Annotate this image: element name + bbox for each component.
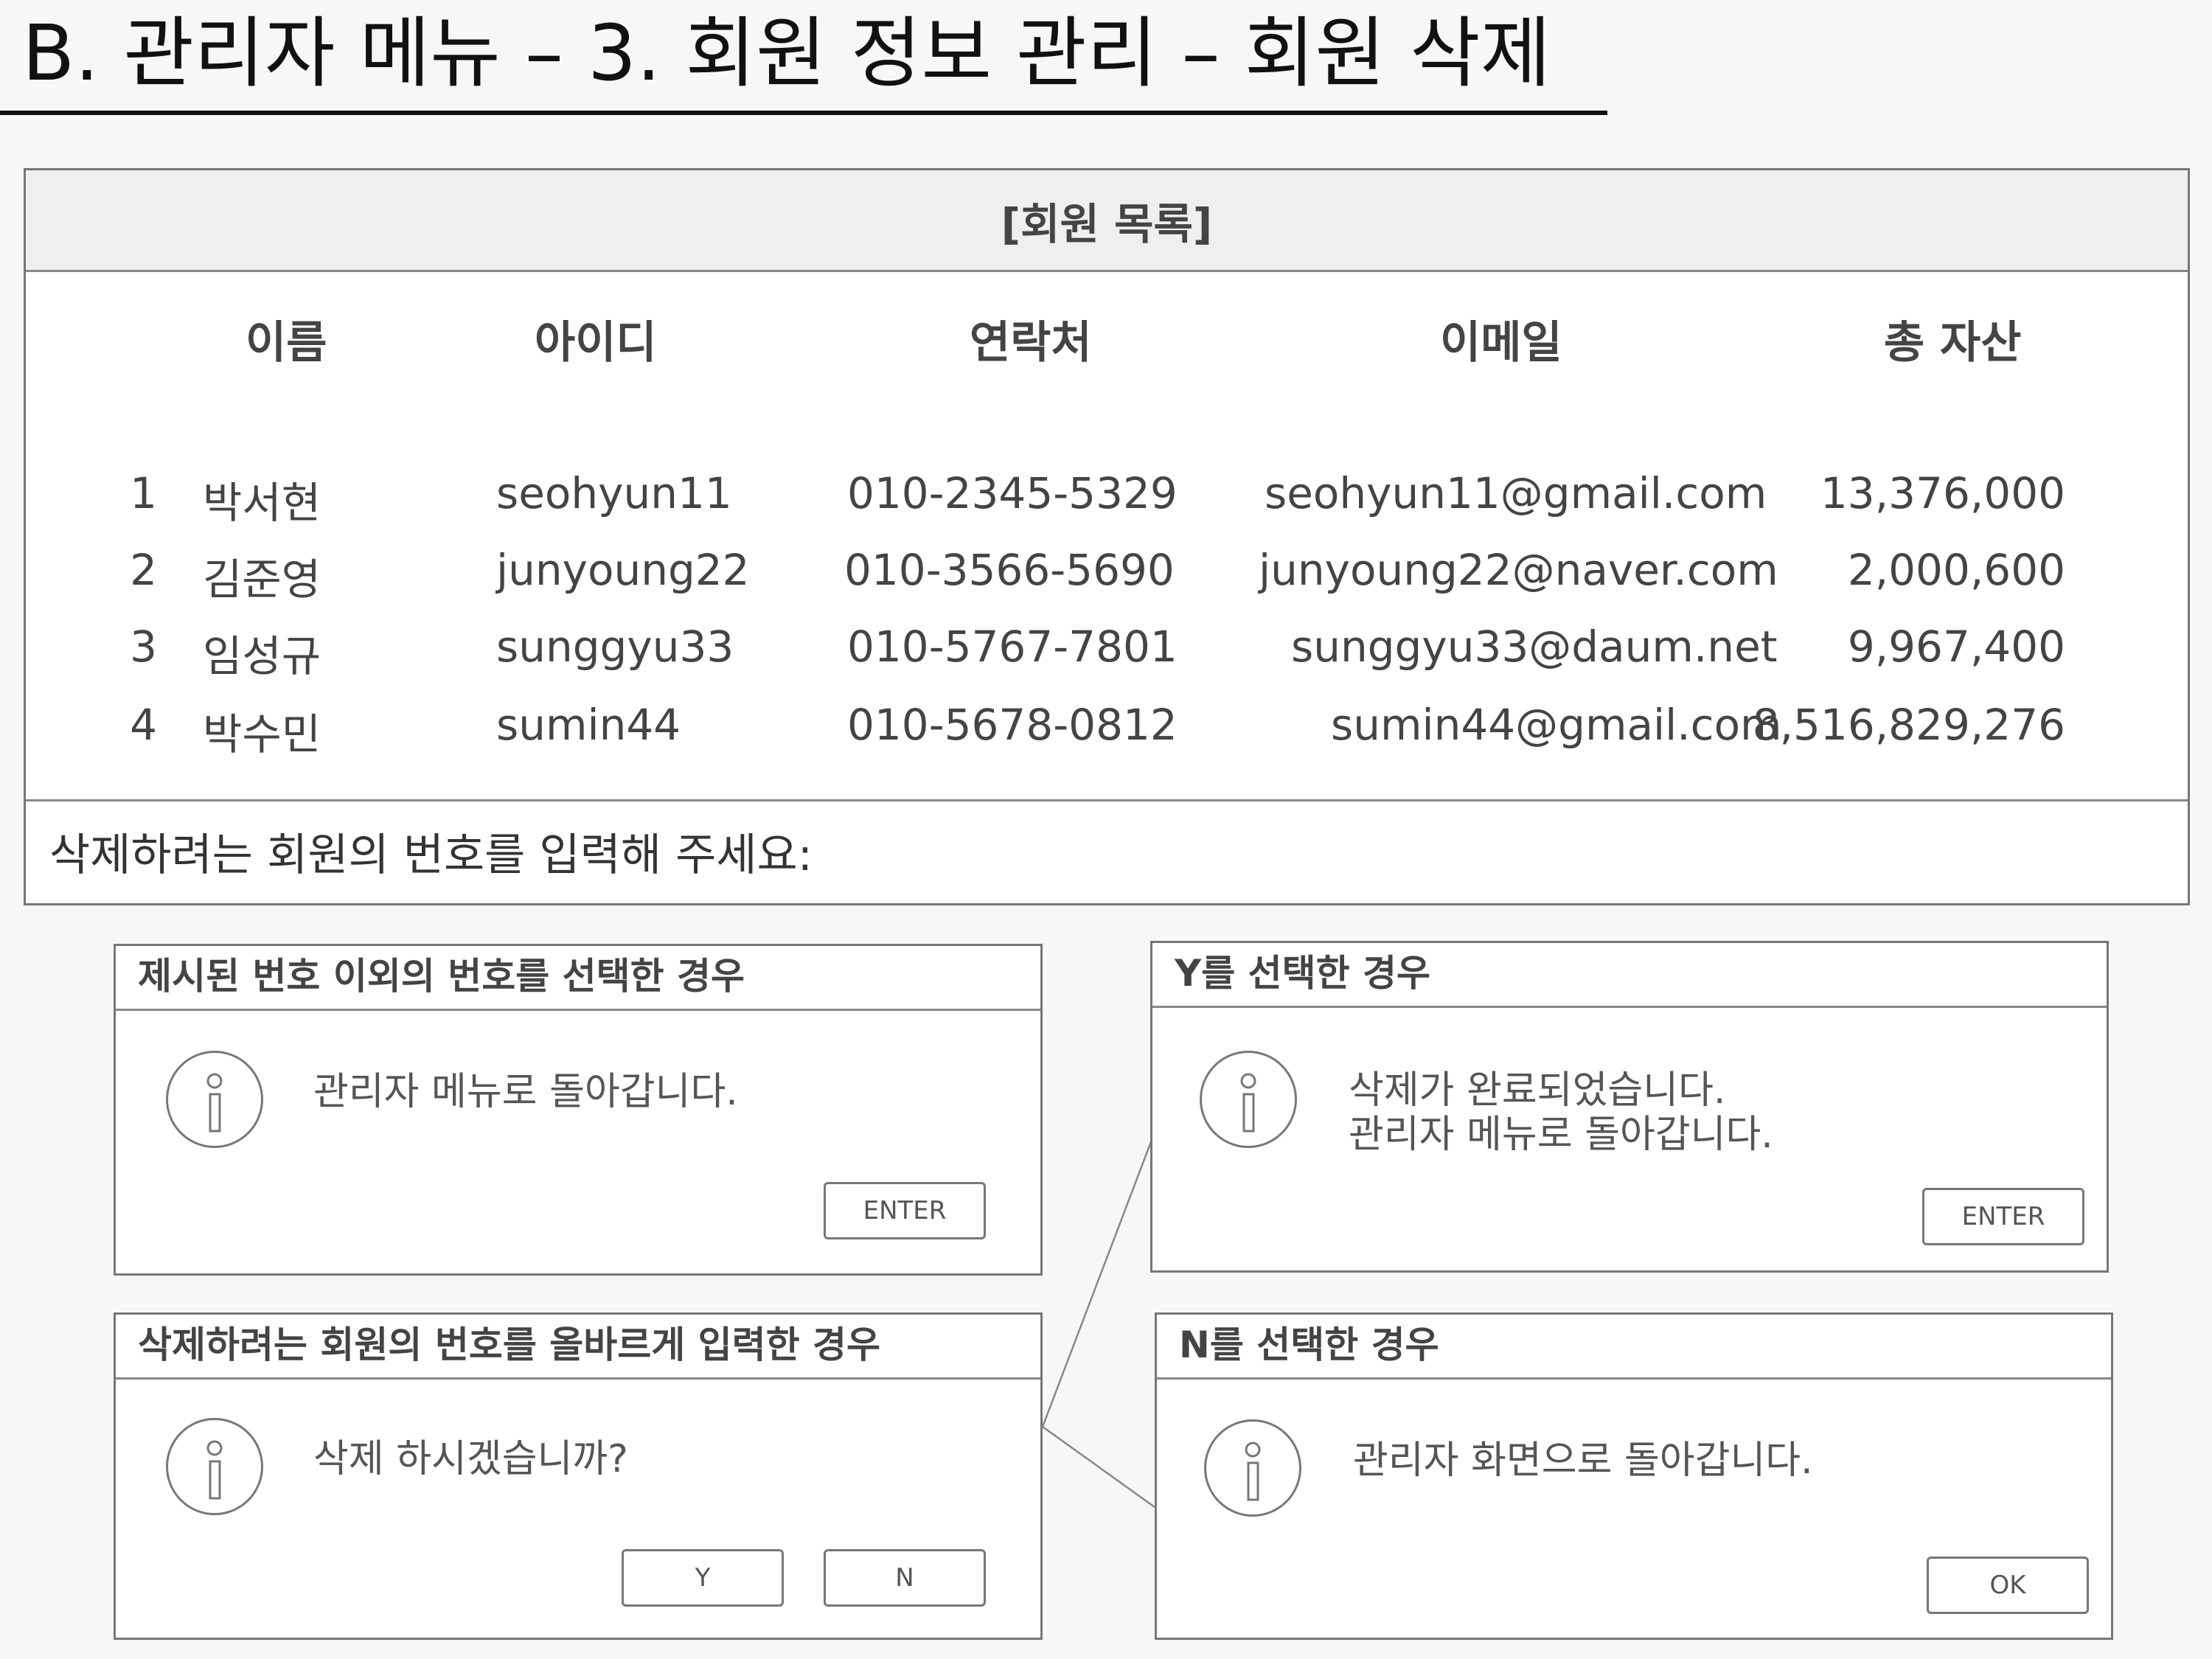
dialog-message-line2: 관리자 메뉴로 돌아갑니다. [1349, 1113, 1773, 1157]
dialog-message-line1: 삭제가 완료되었습니다. [1349, 1068, 1726, 1113]
info-icon [1200, 1051, 1297, 1148]
dialog-valid-number: 삭제하려는 회원의 번호를 올바르게 입력한 경우 삭제 하시겠습니까? Y N [114, 1312, 1043, 1640]
info-icon [1204, 1419, 1301, 1517]
info-icon [166, 1051, 263, 1148]
dialog-title: Y를 선택한 경우 [1152, 943, 2107, 1008]
dialog-invalid-number: 제시된 번호 이외의 번호를 선택한 경우 관리자 메뉴로 돌아갑니다. ENT… [114, 944, 1043, 1276]
yes-button[interactable]: Y [622, 1549, 784, 1607]
enter-button[interactable]: ENTER [1922, 1188, 2084, 1245]
dialog-select-n: N를 선택한 경우 관리자 화면으로 돌아갑니다. OK [1155, 1312, 2113, 1640]
dialog-select-y: Y를 선택한 경우 삭제가 완료되었습니다. 관리자 메뉴로 돌아갑니다. EN… [1150, 941, 2109, 1273]
dialog-title: 삭제하려는 회원의 번호를 올바르게 입력한 경우 [116, 1315, 1040, 1380]
dialog-title: N를 선택한 경우 [1157, 1315, 2111, 1380]
dialog-message: 삭제 하시겠습니까? [313, 1437, 628, 1481]
info-icon [166, 1418, 263, 1515]
ok-button[interactable]: OK [1927, 1557, 2089, 1614]
dialog-title: 제시된 번호 이외의 번호를 선택한 경우 [116, 946, 1040, 1011]
dialog-message: 관리자 화면으로 돌아갑니다. [1353, 1439, 1813, 1483]
enter-button[interactable]: ENTER [824, 1182, 986, 1239]
no-button[interactable]: N [824, 1549, 986, 1607]
dialog-message: 관리자 메뉴로 돌아갑니다. [313, 1070, 738, 1114]
connector-to-y-dialog [1041, 1139, 1153, 1427]
connector-to-n-dialog [1042, 1425, 1155, 1509]
